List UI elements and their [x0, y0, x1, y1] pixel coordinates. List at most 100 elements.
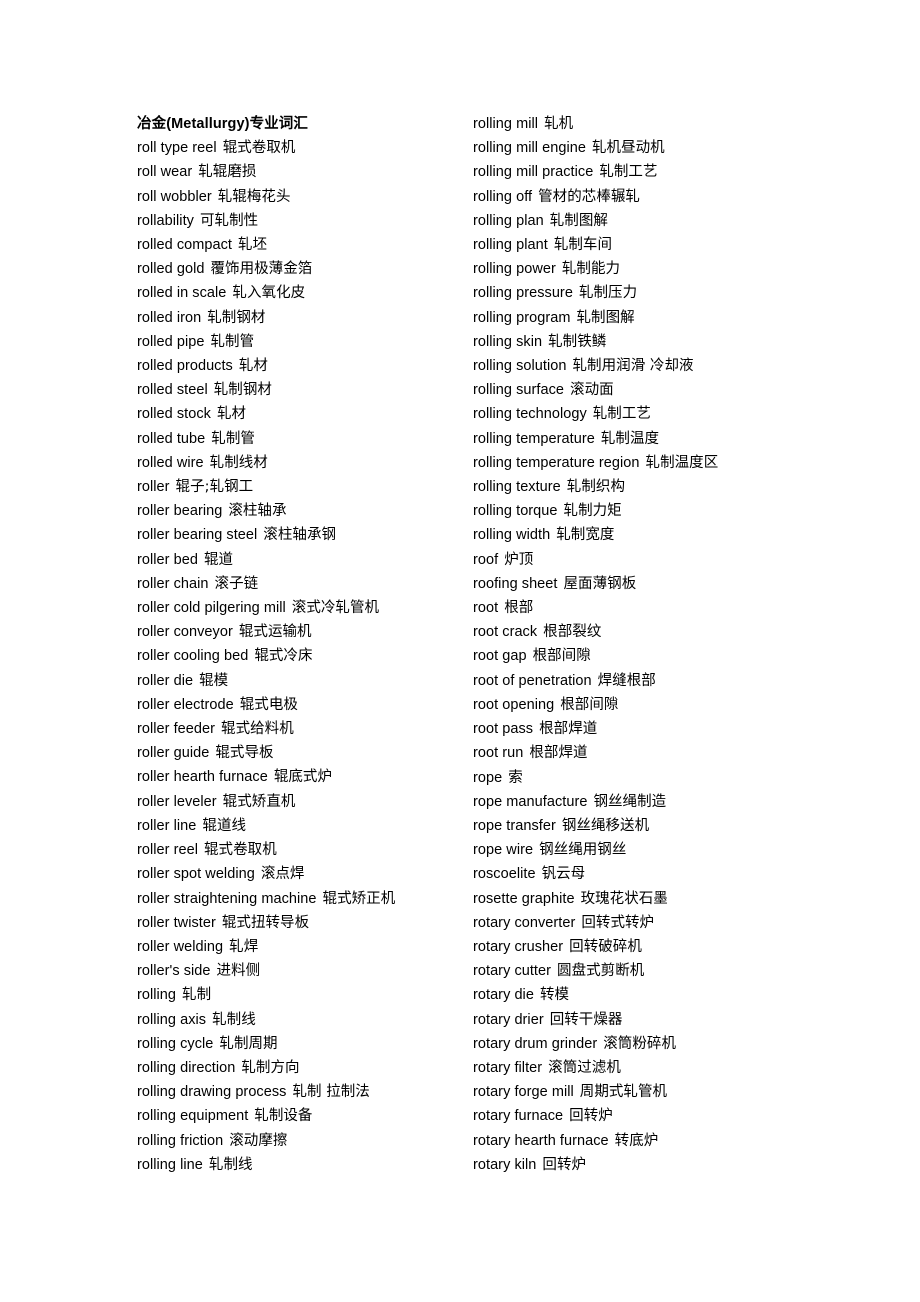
glossary-term: rolling pressure [473, 285, 573, 302]
glossary-translation: 辊式给料机 [221, 721, 294, 738]
glossary-translation: 炉顶 [504, 551, 534, 568]
glossary-entry: rotary filter 滚筒过滤机 [473, 1056, 837, 1080]
glossary-translation: 轧制车间 [553, 237, 613, 254]
glossary-term: root [473, 600, 499, 617]
glossary-term: rolling technology [473, 406, 587, 423]
glossary-term: rolling plant [473, 237, 548, 254]
glossary-translation: 轧制管 [211, 430, 255, 447]
document-page: 冶金(Metallurgy)专业词汇 roll type reel 辊式卷取机 ro… [0, 0, 920, 1302]
glossary-entry: rolling line 轧制线 [137, 1153, 473, 1177]
glossary-term: root run [473, 745, 524, 762]
glossary-term: rolling axis [137, 1011, 207, 1028]
glossary-term: roller reel [137, 842, 198, 859]
glossary-entry: rolled steel 轧制钢材 [137, 378, 473, 402]
glossary-entry: roller twister 辊式扭转导板 [137, 911, 473, 935]
glossary-translation: 轧制工艺 [592, 406, 651, 423]
glossary-translation: 轧制能力 [561, 261, 621, 278]
glossary-term: rotary cutter [473, 963, 552, 980]
glossary-entry: rolling equipment 轧制设备 [137, 1104, 473, 1128]
glossary-term: rolled steel [137, 382, 208, 399]
glossary-term: rotary converter [473, 914, 576, 931]
glossary-entry: rolling torque 轧制力矩 [473, 499, 837, 523]
glossary-translation: 根部 [504, 600, 534, 617]
glossary-translation: 轧机昼动机 [591, 140, 665, 157]
glossary-term: roof [473, 551, 499, 568]
glossary-entry: rolling texture 轧制织构 [473, 475, 837, 499]
glossary-entry: rolling program 轧制图解 [473, 306, 837, 330]
glossary-entry: rolling cycle 轧制周期 [137, 1032, 473, 1056]
glossary-entry: roller bearing steel 滚柱轴承钢 [137, 523, 473, 547]
glossary-entry: rolling off 管材的芯棒辗轧 [473, 185, 837, 209]
glossary-entry: rolling temperature region 轧制温度区 [473, 451, 837, 475]
glossary-translation: 辊式冷床 [254, 648, 313, 665]
glossary-term: rolling texture [473, 479, 561, 496]
glossary-term: roscoelite [473, 866, 536, 883]
glossary-translation: 焊缝根部 [597, 672, 656, 689]
glossary-entry: rotary die 转模 [473, 983, 837, 1007]
glossary-translation: 辊模 [199, 672, 229, 689]
glossary-translation: 滚柱轴承钢 [263, 527, 337, 544]
glossary-term: rolling drawing process [137, 1084, 287, 1101]
glossary-term: rolling temperature region [473, 454, 640, 471]
glossary-entry: rosette graphite 玫瑰花状石墨 [473, 887, 837, 911]
glossary-entry: rolling mill 轧机 [473, 112, 837, 136]
glossary-columns: roll type reel 辊式卷取机 roll wear 轧辊磨损 roll wob… [137, 116, 837, 1177]
glossary-term: rotary forge mill [473, 1084, 574, 1101]
glossary-entry: roof 炉顶 [473, 548, 837, 572]
glossary-translation: 轧制图解 [549, 212, 608, 229]
glossary-entry: rolled compact 轧坯 [137, 233, 473, 257]
glossary-translation: 轧制工艺 [599, 164, 658, 181]
glossary-entry: root crack 根部裂纹 [473, 620, 837, 644]
glossary-translation: 轧制压力 [578, 285, 638, 302]
glossary-translation: 轧制钢材 [213, 382, 272, 399]
glossary-entry: roller guide 辊式导板 [137, 741, 473, 765]
glossary-term: roller chain [137, 575, 209, 592]
glossary-translation: 回转干燥器 [549, 1011, 623, 1028]
glossary-translation: 轧制温度区 [645, 454, 719, 471]
glossary-entry: roller bearing 滚柱轴承 [137, 499, 473, 523]
glossary-entry: rolling skin 轧制铁鳞 [473, 330, 837, 354]
glossary-entry: rolling mill engine 轧机昼动机 [473, 136, 837, 160]
glossary-entry: rollability 可轧制性 [137, 209, 473, 233]
glossary-entry: rolling pressure 轧制压力 [473, 281, 837, 305]
glossary-term: roller bearing steel [137, 527, 258, 544]
glossary-entry: roller leveler 辊式矫直机 [137, 790, 473, 814]
glossary-entry: rolling power 轧制能力 [473, 257, 837, 281]
glossary-term: rolling temperature [473, 430, 595, 447]
glossary-translation: 根部焊道 [539, 721, 598, 738]
glossary-translation: 轧制线 [208, 1156, 253, 1173]
glossary-term: roller twister [137, 914, 216, 931]
glossary-term: root pass [473, 721, 534, 738]
glossary-entry: rotary forge mill 周期式轧管机 [473, 1080, 837, 1104]
glossary-term: rolling line [137, 1156, 203, 1173]
glossary-entry: rolled in scale 轧入氧化皮 [137, 281, 473, 305]
glossary-entry: rotary kiln 回转炉 [473, 1153, 837, 1177]
glossary-translation: 轧制管 [210, 333, 255, 350]
glossary-translation: 轧制方向 [241, 1059, 300, 1076]
glossary-translation: 辊式卷取机 [204, 842, 277, 859]
glossary-term: roofing sheet [473, 575, 558, 592]
glossary-translation: 轧制 [182, 987, 212, 1004]
glossary-term: roller guide [137, 745, 210, 762]
glossary-term: root crack [473, 624, 538, 641]
glossary-translation: 滚筒粉碎机 [603, 1035, 676, 1052]
glossary-term: rolling width [473, 527, 551, 544]
glossary-entry: root of penetration 焊缝根部 [473, 669, 837, 693]
glossary-translation: 辊式导板 [215, 745, 274, 762]
glossary-translation: 辊式运输机 [238, 624, 312, 641]
glossary-term: rolling power [473, 261, 556, 278]
glossary-translation: 玫瑰花状石墨 [580, 890, 668, 907]
glossary-entry: roller spot welding 滚点焊 [137, 862, 473, 886]
glossary-entry: rolling temperature 轧制温度 [473, 427, 837, 451]
glossary-entry: rolled tube 轧制管 [137, 427, 473, 451]
glossary-term: rotary kiln [473, 1156, 537, 1173]
glossary-translation: 轧辊梅花头 [217, 188, 291, 205]
glossary-term: rolling solution [473, 358, 567, 375]
glossary-term: roller conveyor [137, 624, 233, 641]
glossary-translation: 轧制用润滑 冷却液 [572, 358, 694, 375]
glossary-term: rolled compact [137, 237, 232, 254]
glossary-entry: rotary crusher 回转破碎机 [473, 935, 837, 959]
glossary-entry: rotary drier 回转干燥器 [473, 1008, 837, 1032]
glossary-term: rolling mill engine [473, 140, 586, 157]
glossary-translation: 滚点焊 [260, 866, 305, 883]
